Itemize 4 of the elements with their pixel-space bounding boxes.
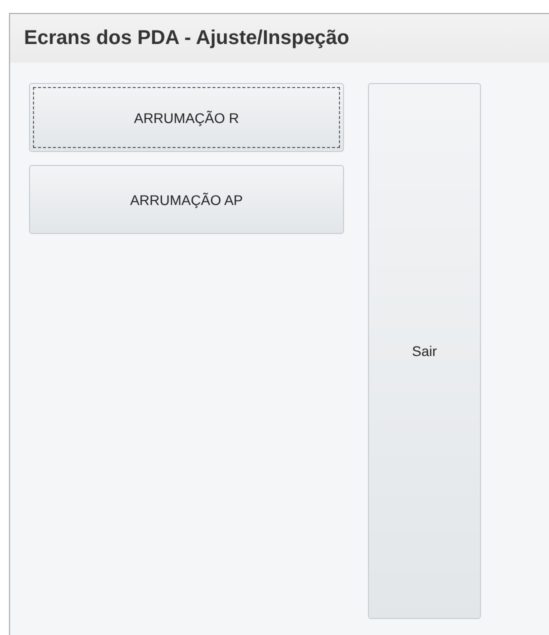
menu-button[interactable]: ARRUMAÇÃO R: [29, 83, 344, 152]
panel-title: Ecrans dos PDA - Ajuste/Inspeção: [24, 26, 350, 50]
menu-button[interactable]: ARRUMAÇÃO AP: [29, 165, 344, 234]
exit-button[interactable]: Sair: [368, 83, 481, 619]
